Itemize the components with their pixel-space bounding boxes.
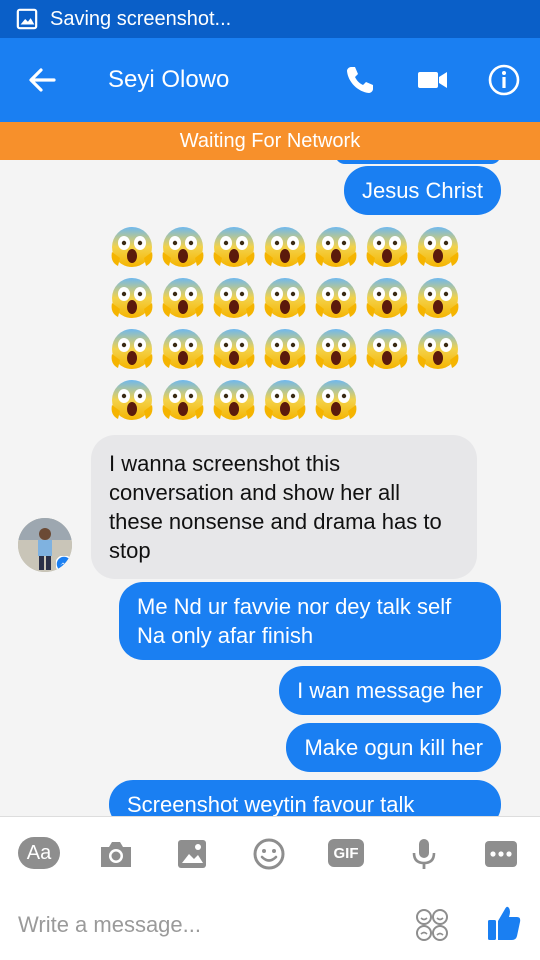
- message-text: Make ogun kill her: [304, 735, 483, 760]
- message-bubble-partial: [335, 160, 501, 164]
- face-screaming-in-fear-icon: [264, 380, 306, 420]
- message-text: Jesus Christ: [361, 178, 483, 203]
- face-screaming-in-fear-icon: [162, 380, 204, 420]
- network-status-text: Waiting For Network: [179, 129, 361, 152]
- face-screaming-in-fear-icon: [162, 329, 204, 369]
- thumbs-up-like-icon[interactable]: [486, 904, 522, 942]
- message-text: I wan message her: [297, 678, 483, 703]
- face-screaming-in-fear-icon: [111, 227, 153, 267]
- face-screaming-in-fear-icon: [162, 278, 204, 318]
- face-screaming-in-fear-icon: [366, 227, 408, 267]
- face-screaming-in-fear-icon: [111, 278, 153, 318]
- message-input[interactable]: [18, 906, 398, 944]
- face-screaming-in-fear-icon: [111, 380, 153, 420]
- status-text: Saving screenshot...: [50, 7, 232, 30]
- face-screaming-in-fear-icon: [264, 227, 306, 267]
- composer-toolbar: Aa GIF: [0, 816, 540, 888]
- message-bubble-outgoing[interactable]: Screenshot weytin favour talk: [109, 780, 501, 816]
- video-call-icon[interactable]: [414, 62, 450, 98]
- face-screaming-in-fear-icon: [417, 278, 459, 318]
- phone-call-icon[interactable]: [342, 62, 378, 98]
- gallery-icon[interactable]: [172, 837, 212, 871]
- message-text: Me Nd ur favvie nor dey talk self Na onl…: [137, 594, 452, 648]
- message-composer: [0, 888, 540, 960]
- face-screaming-in-fear-icon: [264, 278, 306, 318]
- status-bar: Saving screenshot...: [0, 0, 540, 38]
- image-notification-icon: [16, 8, 38, 30]
- sticker-emoji-icon[interactable]: [249, 837, 289, 871]
- face-screaming-in-fear-icon: [111, 329, 153, 369]
- face-screaming-in-fear-icon: [213, 380, 255, 420]
- conversation-header: Seyi Olowo: [0, 38, 540, 122]
- message-bubble-outgoing[interactable]: Make ogun kill her: [286, 723, 501, 772]
- message-text: I wanna screenshot this conversation and…: [109, 451, 442, 563]
- face-screaming-in-fear-icon: [366, 329, 408, 369]
- face-screaming-in-fear-icon: [264, 329, 306, 369]
- face-screaming-in-fear-icon: [417, 227, 459, 267]
- network-status-banner: Waiting For Network: [0, 122, 540, 160]
- camera-icon[interactable]: [96, 837, 136, 871]
- info-icon[interactable]: [486, 62, 522, 98]
- messenger-badge-icon: [56, 556, 72, 572]
- message-bubble-outgoing[interactable]: Jesus Christ: [343, 166, 501, 215]
- text-style-label: Aa: [26, 841, 52, 864]
- face-screaming-in-fear-icon: [315, 278, 357, 318]
- contact-avatar[interactable]: [18, 518, 72, 572]
- gif-label: GIF: [333, 844, 359, 862]
- face-screaming-in-fear-icon: [162, 227, 204, 267]
- face-screaming-in-fear-icon: [417, 329, 459, 369]
- message-bubble-incoming[interactable]: I wanna screenshot this conversation and…: [91, 435, 477, 579]
- text-style-button[interactable]: Aa: [18, 837, 60, 869]
- gif-button[interactable]: GIF: [328, 839, 364, 867]
- message-text: Screenshot weytin favour talk: [127, 792, 415, 816]
- face-screaming-in-fear-icon: [315, 380, 357, 420]
- more-options-icon[interactable]: [481, 837, 521, 871]
- face-screaming-in-fear-icon: [213, 227, 255, 267]
- message-bubble-outgoing[interactable]: I wan message her: [279, 666, 501, 715]
- face-screaming-in-fear-icon: [366, 278, 408, 318]
- microphone-icon[interactable]: [404, 837, 444, 871]
- face-screaming-in-fear-icon: [213, 329, 255, 369]
- back-arrow-icon[interactable]: [26, 64, 58, 96]
- face-screaming-in-fear-icon: [315, 227, 357, 267]
- message-bubble-outgoing[interactable]: Me Nd ur favvie nor dey talk self Na onl…: [119, 582, 501, 660]
- message-list[interactable]: Jesus Christ I wanna screenshot this con…: [0, 160, 540, 816]
- face-screaming-in-fear-icon: [213, 278, 255, 318]
- emoji-picker-icon[interactable]: [415, 908, 449, 942]
- face-screaming-in-fear-icon: [315, 329, 357, 369]
- contact-name[interactable]: Seyi Olowo: [108, 66, 229, 94]
